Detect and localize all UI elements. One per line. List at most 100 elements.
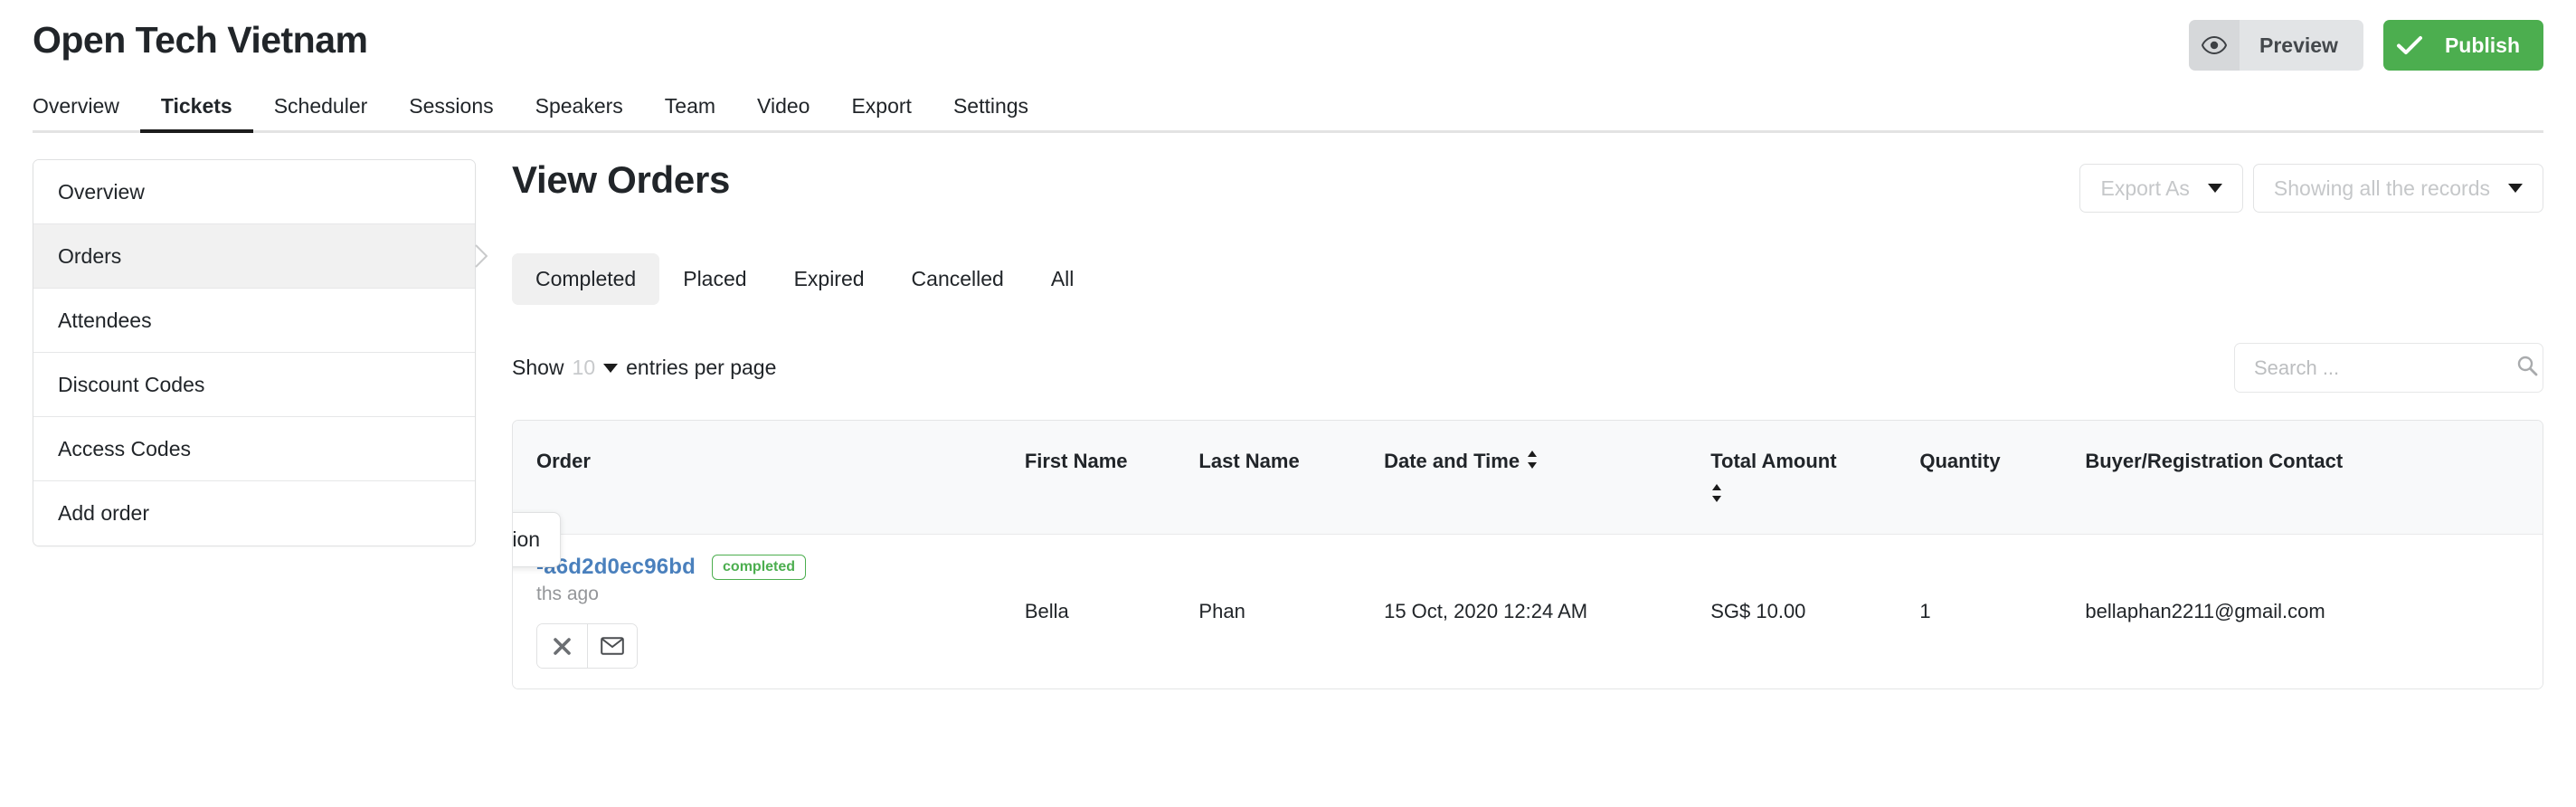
cell-total-amount: SG$ 10.00 <box>1710 534 1920 689</box>
sidebar-item-access-codes[interactable]: Access Codes <box>33 417 475 481</box>
orders-table: Order First Name Last Name Date and Time <box>513 421 2543 689</box>
check-icon <box>2383 20 2436 71</box>
publish-button[interactable]: Publish <box>2382 20 2543 71</box>
resend-confirmation-tooltip: Resend order confirmation <box>512 512 562 568</box>
nav-tab-settings[interactable]: Settings <box>933 80 1049 133</box>
nav-tab-label: Scheduler <box>273 94 368 118</box>
publish-button-label: Publish <box>2444 33 2520 57</box>
sidebar-item-label: Add order <box>58 501 150 525</box>
cell-first-name: Bella <box>1024 534 1199 689</box>
filter-tab-label: Placed <box>683 267 747 290</box>
sort-arrows-icon[interactable] <box>1710 483 1723 508</box>
filter-tab-label: Completed <box>535 267 637 290</box>
sidebar-item-label: Access Codes <box>58 436 192 460</box>
col-header-date-and-time[interactable]: Date and Time <box>1384 421 1711 536</box>
search-box[interactable] <box>2234 343 2543 393</box>
status-badge: completed <box>712 555 807 581</box>
event-title: Open Tech Vietnam <box>33 18 368 61</box>
chevron-down-icon[interactable] <box>603 363 619 373</box>
page-body: Overview Orders Attendees Discount Codes… <box>0 133 2576 690</box>
nav-tab-label: Settings <box>952 94 1029 118</box>
sidebar-item-overview[interactable]: Overview <box>33 160 475 224</box>
sidebar-item-label: Orders <box>58 243 122 268</box>
search-icon[interactable] <box>2516 355 2538 381</box>
col-header-label: Order <box>536 450 591 472</box>
records-filter-dropdown[interactable]: Showing all the records <box>2252 164 2543 213</box>
cell-date-time: 15 Oct, 2020 12:24 AM <box>1384 534 1711 689</box>
sidebar-item-discount-codes[interactable]: Discount Codes <box>33 353 475 417</box>
nav-tab-video[interactable]: Video <box>736 80 830 133</box>
tickets-sidebar: Overview Orders Attendees Discount Codes… <box>33 159 488 546</box>
nav-tab-label: Video <box>757 94 810 118</box>
eye-icon <box>2188 20 2240 71</box>
nav-tab-overview[interactable]: Overview <box>33 80 140 133</box>
main-nav: Overview Tickets Scheduler Sessions Spea… <box>0 80 2576 133</box>
col-header-label: Buyer/Registration Contact <box>2085 450 2344 472</box>
col-header-quantity: Quantity <box>1919 421 2086 536</box>
table-row: Resend order confirmation -a6d2d0ec96bd … <box>513 512 2543 689</box>
show-entries-prefix: Show <box>512 356 564 379</box>
col-header-last-name: Last Name <box>1198 421 1385 536</box>
nav-tab-export[interactable]: Export <box>830 80 932 133</box>
nav-tab-label: Sessions <box>409 94 494 118</box>
nav-tab-label: Export <box>851 94 912 118</box>
filter-tab-cancelled[interactable]: Cancelled <box>888 253 1028 305</box>
chevron-down-icon <box>2207 184 2222 193</box>
nav-tab-speakers[interactable]: Speakers <box>515 80 644 133</box>
order-id-line: -a6d2d0ec96bd completed <box>536 555 1025 581</box>
sort-arrows-icon[interactable] <box>1526 450 1539 475</box>
nav-tab-label: Tickets <box>160 94 232 118</box>
show-entries-suffix: entries per page <box>626 356 777 379</box>
main-content: View Orders Export As Showing all the re… <box>476 158 2543 690</box>
sidebar-item-add-order[interactable]: Add order <box>33 481 475 546</box>
sidebar-item-orders[interactable]: Orders <box>33 224 488 289</box>
chevron-down-icon <box>2508 184 2523 193</box>
filter-tab-expired[interactable]: Expired <box>771 253 888 305</box>
filter-tab-completed[interactable]: Completed <box>512 253 660 305</box>
tooltip-text: Resend order confirmation <box>512 527 541 552</box>
entries-count-value[interactable]: 10 <box>573 356 596 380</box>
chevron-right-icon <box>475 244 488 268</box>
resend-confirmation-button[interactable] <box>587 624 637 669</box>
filter-tab-all[interactable]: All <box>1028 253 1098 305</box>
app-header: Open Tech Vietnam Preview Publish <box>0 0 2576 80</box>
export-as-dropdown[interactable]: Export As <box>2079 164 2243 213</box>
col-header-first-name: First Name <box>1024 421 1199 536</box>
col-header-label: First Name <box>1024 450 1128 472</box>
cell-order: Resend order confirmation -a6d2d0ec96bd … <box>513 512 1025 689</box>
orders-table-body: Resend order confirmation -a6d2d0ec96bd … <box>513 512 2543 689</box>
nav-tab-label: Team <box>664 94 716 118</box>
col-header-label: Date and Time <box>1384 450 1520 472</box>
nav-tab-tickets[interactable]: Tickets <box>139 80 253 133</box>
table-header-row: Order First Name Last Name Date and Time <box>513 421 2543 536</box>
nav-tab-label: Overview <box>33 94 119 118</box>
cancel-order-button[interactable] <box>537 624 587 669</box>
sidebar-item-label: Overview <box>58 179 145 204</box>
sidebar-item-attendees[interactable]: Attendees <box>33 289 475 353</box>
filter-tab-label: All <box>1050 267 1075 290</box>
nav-tab-scheduler[interactable]: Scheduler <box>253 80 389 133</box>
header-actions: Preview Publish <box>2188 20 2543 71</box>
nav-tab-team[interactable]: Team <box>644 80 736 133</box>
nav-tab-sessions[interactable]: Sessions <box>388 80 514 133</box>
main-header-row: View Orders Export As Showing all the re… <box>512 158 2543 213</box>
order-actions <box>536 623 638 669</box>
cell-buyer-contact: bellaphan2211@gmail.com <box>2085 534 2543 689</box>
order-time-ago: ths ago <box>536 584 599 605</box>
sidebar-item-label: Attendees <box>58 308 152 332</box>
header-controls: Export As Showing all the records <box>2079 159 2543 213</box>
entries-per-page-control[interactable]: Show 10 entries per page <box>512 356 776 380</box>
cell-last-name: Phan <box>1198 534 1385 689</box>
preview-button-label: Preview <box>2239 20 2363 71</box>
sidebar-item-label: Discount Codes <box>58 372 205 396</box>
col-header-total-amount[interactable]: Total Amount <box>1710 421 1920 536</box>
filter-tab-placed[interactable]: Placed <box>659 253 770 305</box>
nav-tab-label: Speakers <box>535 94 623 118</box>
search-input[interactable] <box>2252 355 2516 381</box>
table-controls: Show 10 entries per page <box>512 343 2543 393</box>
orders-table-card: Order First Name Last Name Date and Time <box>512 420 2543 690</box>
cell-quantity: 1 <box>1919 534 2086 689</box>
preview-button[interactable]: Preview <box>2188 20 2363 71</box>
col-header-label: Last Name <box>1198 450 1300 472</box>
col-header-label: Total Amount <box>1710 450 1837 472</box>
